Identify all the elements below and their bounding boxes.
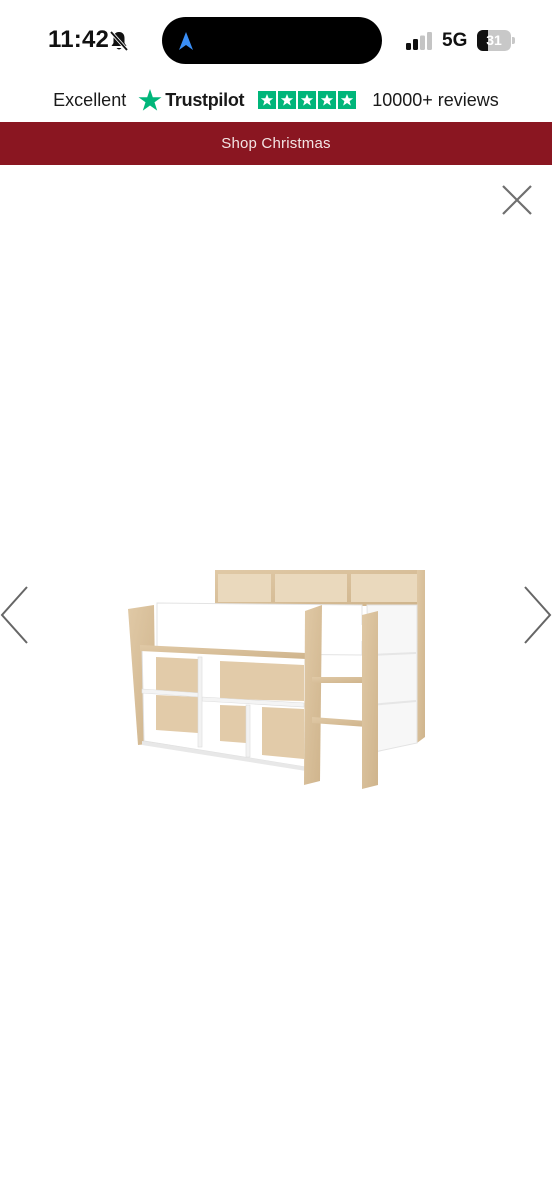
trust-rating-word: Excellent [53, 89, 127, 110]
star-icon [278, 91, 297, 109]
star-icon [318, 91, 337, 109]
signal-icon [406, 32, 432, 50]
chevron-right-icon[interactable] [520, 584, 552, 646]
trust-star-rating [258, 91, 358, 109]
trustpilot-star-icon [138, 89, 162, 111]
battery-icon: 31 [477, 30, 515, 51]
trustpilot-bar[interactable]: Excellent Trustpilot 10000+ reviews [0, 80, 552, 120]
trustpilot-logo-text: Trustpilot [165, 89, 245, 110]
bell-slash-icon [109, 30, 129, 52]
network-label: 5G [442, 30, 468, 51]
close-icon[interactable] [500, 183, 534, 217]
promo-banner[interactable]: Shop Christmas [0, 122, 552, 165]
status-bar: 11:42 5G 31 [0, 0, 552, 82]
star-icon [258, 91, 277, 109]
star-icon [298, 91, 317, 109]
chevron-left-icon[interactable] [0, 584, 32, 646]
star-icon [338, 91, 357, 109]
battery-level: 31 [486, 32, 502, 48]
product-image [128, 570, 425, 789]
location-arrow-icon [179, 32, 193, 50]
promo-link[interactable]: Shop Christmas [221, 135, 331, 152]
status-time: 11:42 [48, 26, 110, 53]
trust-review-count: 10000+ reviews [372, 89, 499, 110]
